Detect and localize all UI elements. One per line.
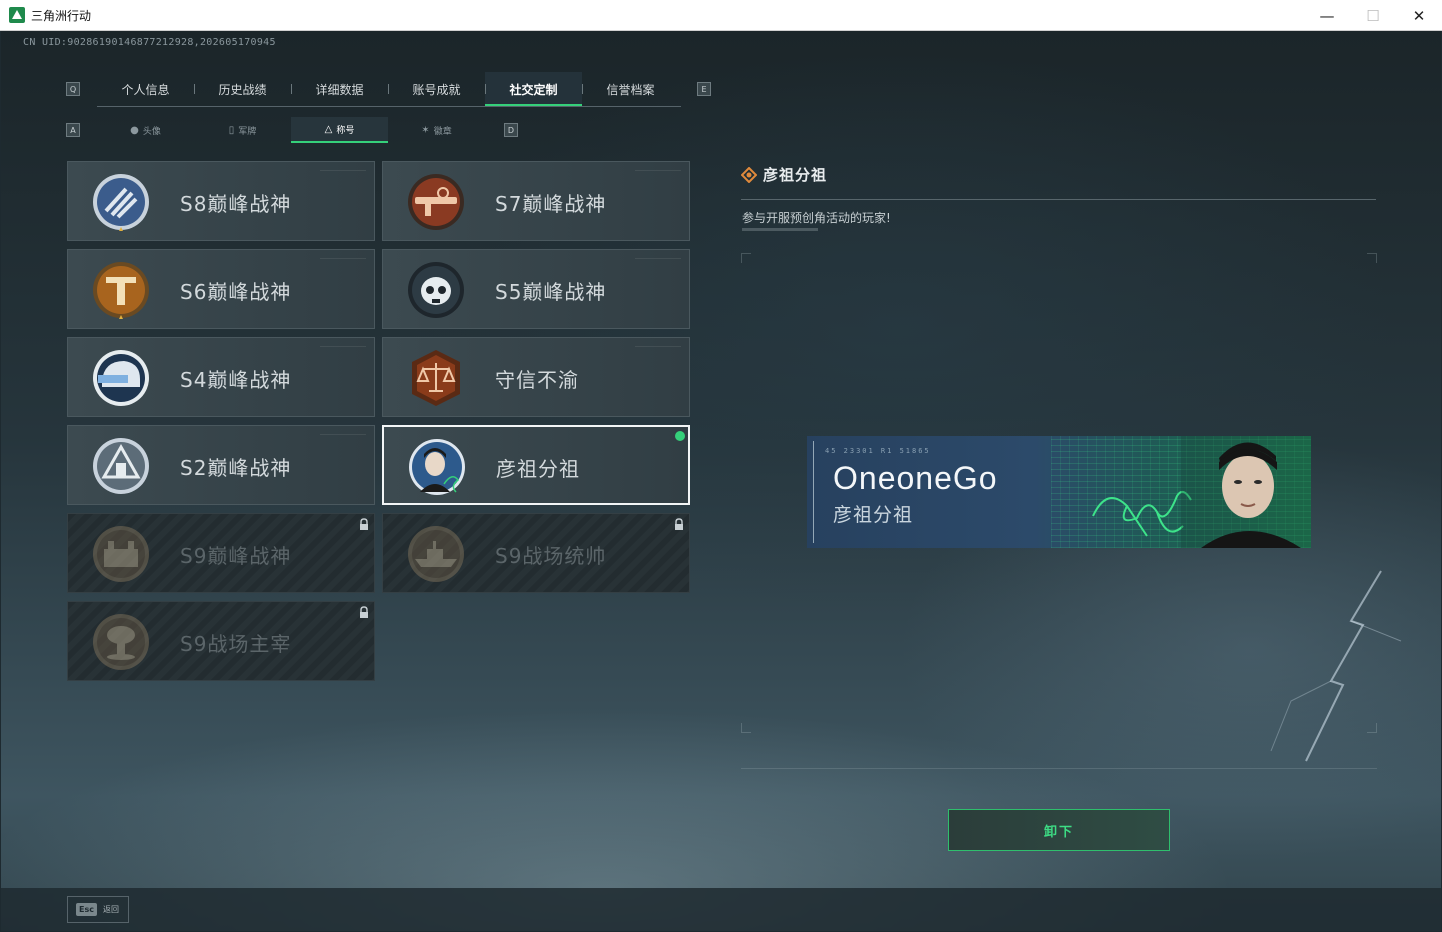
portrait-badge-icon	[404, 436, 470, 498]
title-card[interactable]: S2巅峰战神	[67, 425, 375, 505]
title-label: S6巅峰战神	[180, 280, 292, 304]
scales-badge-icon	[403, 347, 469, 409]
title-label: S7巅峰战神	[495, 192, 607, 216]
tab-detailed-data[interactable]: 详细数据	[291, 72, 388, 106]
title-card[interactable]: S4巅峰战神	[67, 337, 375, 417]
esc-key-icon: Esc	[76, 903, 97, 916]
subtab-emblem[interactable]: ✶ 徽章	[388, 117, 485, 143]
dogtag-icon: ▯	[228, 124, 235, 136]
title-card-locked[interactable]: S9战场统帅	[382, 513, 690, 593]
title-card[interactable]: S8巅峰战神	[67, 161, 375, 241]
frame-corner	[741, 723, 751, 733]
title-label: S8巅峰战神	[180, 192, 292, 216]
sub-tabs: ● 头像 ▯ 军牌 △ 称号 ✶ 徽章	[97, 117, 485, 143]
title-label: S5巅峰战神	[495, 280, 607, 304]
card-decoration	[635, 170, 681, 171]
subtab-dogtag[interactable]: ▯ 军牌	[194, 117, 291, 143]
title-card-locked[interactable]: S9巅峰战神	[67, 513, 375, 593]
title-card-equipped[interactable]: 彦祖分祖	[382, 425, 690, 505]
app-logo-icon	[9, 7, 25, 23]
card-decoration	[320, 434, 366, 435]
card-decoration	[635, 346, 681, 347]
main-tabs: 个人信息 历史战绩 详细数据 账号成就 社交定制 信誉档案	[97, 72, 679, 106]
window-titlebar: 三角洲行动 — ☐ ✕	[0, 0, 1442, 31]
title-card[interactable]: S6巅峰战神	[67, 249, 375, 329]
title-label: 彦祖分祖	[496, 457, 580, 481]
title-label: S9巅峰战神	[180, 544, 292, 568]
game-viewport: CN UID:9028619014687721292​8,20260517094…	[1, 31, 1441, 931]
lock-icon	[360, 518, 368, 530]
subtab-dogtag-label: 军牌	[238, 126, 257, 137]
card-decoration	[635, 258, 681, 259]
title-label: S9战场统帅	[495, 544, 607, 568]
stripes-badge-icon	[88, 171, 154, 233]
title-card[interactable]: 守信不渝	[382, 337, 690, 417]
title-card[interactable]: S7巅峰战神	[382, 161, 690, 241]
tab-social-customization[interactable]: 社交定制	[485, 72, 582, 106]
title-diamond-icon	[741, 166, 757, 183]
nameplate-preview: 45 23301 R1 51865 OneoneGo 彦祖分祖	[807, 436, 1311, 548]
equipped-indicator-icon	[675, 431, 685, 441]
next-sub-tab-key[interactable]: D	[504, 123, 518, 137]
subtab-title-label: 称号	[336, 125, 355, 136]
tab-reputation[interactable]: 信誉档案	[582, 72, 679, 106]
fortress-badge-icon	[88, 523, 154, 585]
unequip-button[interactable]: 卸下	[948, 809, 1170, 851]
back-button[interactable]: Esc 返回	[67, 896, 129, 923]
title-label: 守信不渝	[495, 368, 579, 392]
nameplate-title: 彦祖分祖	[833, 504, 914, 526]
detail-divider	[741, 199, 1376, 200]
prev-sub-tab-key[interactable]: A	[66, 123, 80, 137]
skull-badge-icon	[403, 259, 469, 321]
card-decoration	[320, 170, 366, 171]
title-label: S2巅峰战神	[180, 456, 292, 480]
panel-bottom-divider	[741, 768, 1377, 769]
frame-corner	[1367, 253, 1377, 263]
maximize-button[interactable]: ☐	[1350, 0, 1396, 31]
subtab-emblem-label: 徽章	[433, 126, 452, 137]
lock-icon	[360, 606, 368, 618]
card-decoration	[320, 346, 366, 347]
detail-description: 参与开服预创角活动的玩家!	[742, 211, 891, 225]
subtab-title[interactable]: △ 称号	[291, 117, 388, 143]
tab-battle-history[interactable]: 历史战绩	[194, 72, 291, 106]
title-icon: △	[324, 123, 333, 135]
prev-main-tab-key[interactable]: Q	[66, 82, 80, 96]
title-label: S4巅峰战神	[180, 368, 292, 392]
frame-corner	[741, 253, 751, 263]
person-icon: ●	[130, 124, 139, 136]
tab-personal-info[interactable]: 个人信息	[97, 72, 194, 106]
mushroom-cloud-badge-icon	[88, 611, 154, 673]
description-decoration	[742, 228, 818, 231]
main-tabs-divider	[97, 106, 681, 107]
title-label: S9战场主宰	[180, 632, 292, 656]
close-button[interactable]: ✕	[1396, 0, 1442, 31]
back-label: 返回	[102, 905, 119, 914]
tower-badge-icon	[88, 435, 154, 497]
title-card[interactable]: S5巅峰战神	[382, 249, 690, 329]
helmet-badge-icon	[88, 347, 154, 409]
bottom-bar	[1, 888, 1441, 931]
nameplate-bracket	[813, 441, 821, 543]
ship-badge-icon	[403, 523, 469, 585]
detail-header: 彦祖分祖	[741, 164, 827, 185]
next-main-tab-key[interactable]: E	[697, 82, 711, 96]
emblem-icon: ✶	[421, 124, 430, 136]
nameplate-codes: 45 23301 R1 51865	[825, 447, 931, 455]
nameplate-player-name: OneoneGo	[833, 460, 998, 496]
minimize-button[interactable]: —	[1304, 0, 1350, 31]
tab-achievements[interactable]: 账号成就	[388, 72, 485, 106]
portrait-icon	[1181, 436, 1311, 548]
lock-icon	[675, 518, 683, 530]
subtab-avatar[interactable]: ● 头像	[97, 117, 194, 143]
window-title: 三角洲行动	[31, 8, 92, 23]
rifle-badge-icon	[403, 171, 469, 233]
title-card-locked[interactable]: S9战场主宰	[67, 601, 375, 681]
card-decoration	[320, 258, 366, 259]
subtab-avatar-label: 头像	[142, 126, 161, 137]
player-uid: CN UID:9028619014687721292​8,20260517094…	[23, 37, 276, 48]
detail-title: 彦祖分祖	[763, 166, 828, 184]
t-shield-badge-icon	[88, 259, 154, 321]
frame-corner	[1367, 723, 1377, 733]
